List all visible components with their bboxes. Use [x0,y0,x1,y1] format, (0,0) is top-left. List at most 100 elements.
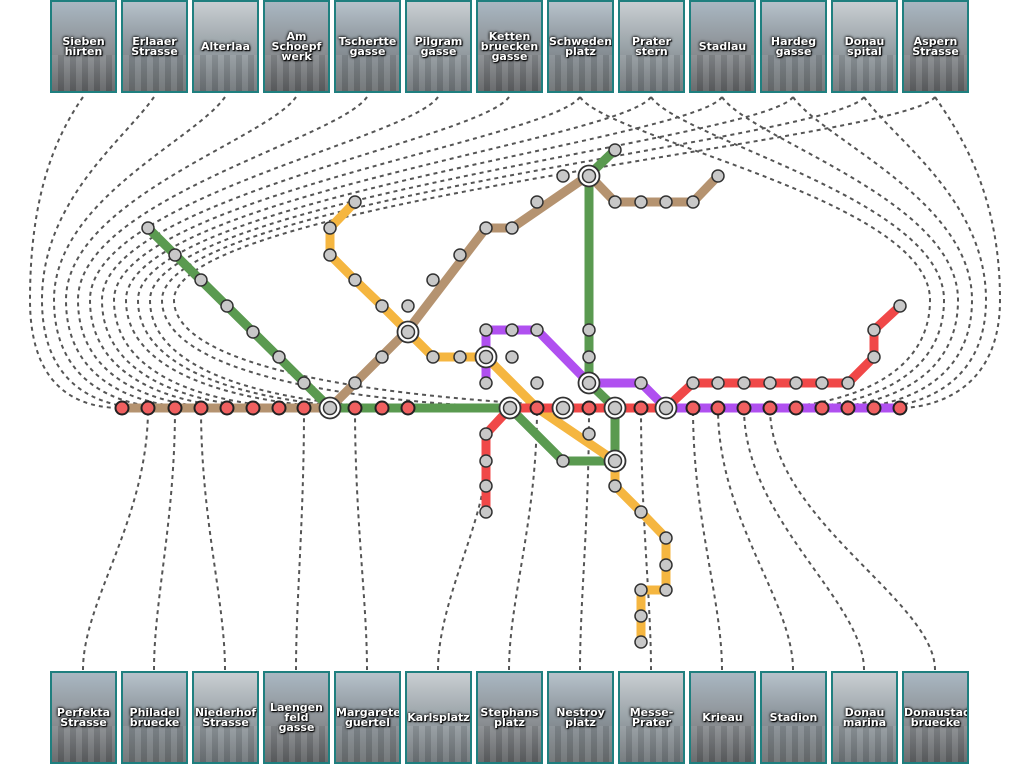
station-dot-red [529,400,545,416]
station-dot [556,169,570,183]
station-photo [691,55,754,91]
station-label: Schweden platz [549,34,613,58]
station-label: Perfekta Strasse [56,705,111,729]
station-dot [375,350,389,364]
station-dot [168,248,182,262]
bottom-station-thumbnail: Stadion [760,671,827,764]
top-station-thumbnail: Ketten bruecken gasse [476,0,543,93]
station-dot [323,221,337,235]
bottom-station-thumbnail: Nestroy platz [547,671,614,764]
station-dot [297,376,311,390]
top-thumbnail-strip: Sieben hirten Erlaaer Strasse Alterlaa Am S… [50,0,973,93]
station-dot [426,350,440,364]
top-station-thumbnail: Tschertte gasse [334,0,401,93]
station-dot [479,454,493,468]
transfer-station-core [658,400,674,416]
station-photo [52,55,115,91]
station-dot [763,376,777,390]
bottom-station-thumbnail: Donaustadt bruecke [902,671,969,764]
station-dot-red [296,400,312,416]
station-dot [659,195,673,209]
station-label: Donau spital [844,34,885,58]
station-dot [711,169,725,183]
station-dot [659,531,673,545]
station-dot-red [892,400,908,416]
top-station-thumbnail: Alterlaa [192,0,259,93]
station-dot-red [219,400,235,416]
station-photo [691,726,754,762]
station-dot-red [114,400,130,416]
station-photo [336,55,399,91]
top-station-thumbnail: Schweden platz [547,0,614,93]
purple-line-u4 [481,325,905,413]
station-dot [505,350,519,364]
station-label: Ketten bruecken gasse [480,29,539,63]
station-photo [620,726,683,762]
transfer-station-core [322,400,338,416]
station-dot-red [762,400,778,416]
station-photo [620,55,683,91]
station-dot [893,299,907,313]
top-station-thumbnail: Stadlau [689,0,756,93]
station-dot [582,427,596,441]
station-label: Aspern Strasse [912,34,959,58]
station-dot [479,427,493,441]
station-photo [833,726,896,762]
station-dot-red [400,400,416,416]
leader-line [863,96,988,409]
station-dot [634,195,648,209]
station-dot [141,221,155,235]
top-station-thumbnail: Prater stern [618,0,685,93]
station-dot [530,323,544,337]
leader-line [295,407,305,671]
station-dot [634,635,648,649]
station-dot-red [581,400,597,416]
station-dot [505,323,519,337]
station-label: Stadion [769,710,818,724]
transfer-station-core [478,349,494,365]
bottom-station-thumbnail: Krieau [689,671,756,764]
station-dot-red [866,400,882,416]
station-label: Laengen feld gasse [270,700,323,734]
top-station-thumbnail: Sieben hirten [50,0,117,93]
station-label: Stadlau [698,39,747,53]
station-photo [904,726,967,762]
leader-line [650,96,946,409]
transfer-station-core [400,324,416,340]
station-label: Donaustadt bruecke [904,705,969,729]
station-dot-red [271,400,287,416]
bottom-station-thumbnail: Donau marina [831,671,898,764]
station-dot [556,454,570,468]
station-photo [833,55,896,91]
station-photo [762,55,825,91]
station-dot-red [193,400,209,416]
leader-line [692,407,723,671]
leader-line [82,407,149,671]
leader-line [153,407,176,671]
bottom-thumbnail-strip: Perfekta Strasse Philadel bruecke Niederho… [50,671,973,764]
station-dot [608,195,622,209]
station-dot-red [167,400,183,416]
station-label: Erlaaer Strasse [131,34,178,58]
station-dot-red [374,400,390,416]
station-label: Messe- Prater [629,705,674,729]
station-dot-red [788,400,804,416]
leader-line [743,407,865,671]
top-station-thumbnail: Am Schoepf werk [263,0,330,93]
station-photo [762,726,825,762]
station-dot [634,376,648,390]
bottom-station-thumbnail: Perfekta Strasse [50,671,117,764]
station-dot [867,350,881,364]
bottom-station-thumbnail: Philadel bruecke [121,671,188,764]
station-photo [123,726,186,762]
station-dot [479,221,493,235]
station-dot [582,323,596,337]
station-dot [867,323,881,337]
station-label: Prater stern [631,34,672,58]
station-label: Am Schoepf werk [271,29,322,63]
station-dot [323,248,337,262]
top-station-thumbnail: Hardeg gasse [760,0,827,93]
station-label: Donau marina [842,705,887,729]
station-dot-red [140,400,156,416]
metro-map [28,96,1002,671]
